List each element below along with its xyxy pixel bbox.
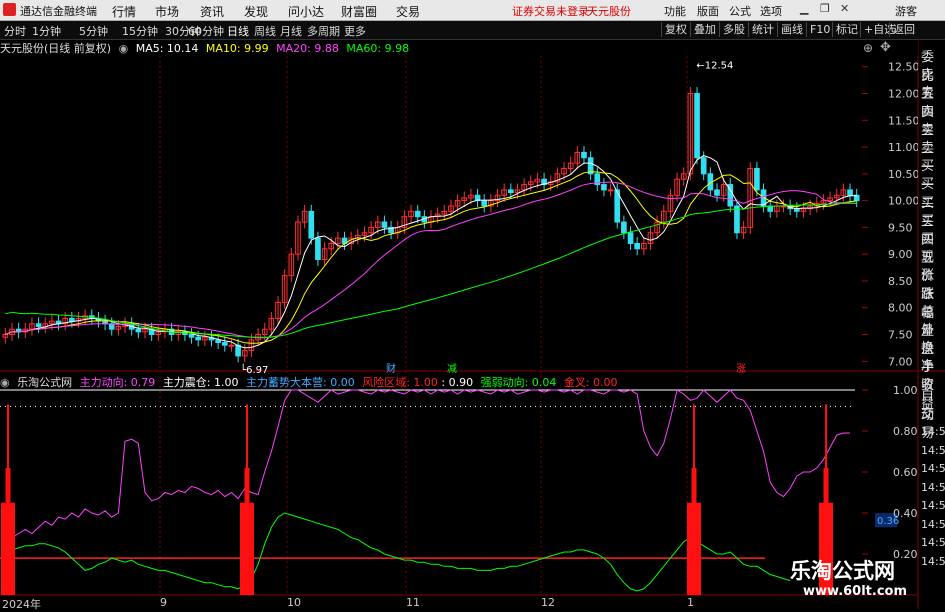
- chart-canvas[interactable]: 0.36 7.00 7.50 8.00 8.50 9.00 9.50 10.00 10.50 1…: [0, 0, 945, 609]
- risk-bar-step: [823, 467, 829, 503]
- price-tick-label: 12.50: [888, 61, 920, 74]
- candle-body: [694, 92, 700, 159]
- candle-body: [601, 184, 607, 191]
- candlestick-series: [2, 87, 860, 363]
- marker-zhang[interactable]: 涨: [736, 360, 746, 375]
- chart-grid: [0, 56, 945, 609]
- trade-time: 14:56: [921, 499, 945, 512]
- candle-body: [754, 167, 760, 191]
- price-tick-label: 8.00: [888, 302, 913, 315]
- candle-body: [714, 189, 720, 196]
- risk-bar-step: [691, 467, 697, 503]
- price-tick-label: 12.00: [888, 87, 920, 100]
- candle-body: [621, 221, 627, 234]
- risk-bar-step: [244, 467, 250, 503]
- time-label: 1: [687, 596, 694, 609]
- trade-time: 14:55: [921, 425, 945, 438]
- indicator-tick-label: 0.80: [893, 425, 918, 438]
- trade-time: 14:56: [921, 554, 945, 568]
- trade-time: 14:55: [921, 462, 945, 475]
- price-tick-label: 8.50: [888, 275, 913, 288]
- indicator-series: 0.36: [0, 389, 899, 595]
- price-tick-label: 7.50: [888, 329, 913, 342]
- candle-body: [135, 328, 142, 333]
- candle-body: [847, 189, 853, 196]
- time-label: 11: [406, 596, 420, 609]
- candle-body: [734, 205, 740, 234]
- candle-body: [308, 210, 315, 239]
- risk-bar: [687, 502, 701, 595]
- trade-time: 14:56: [921, 480, 945, 494]
- candle-body: [581, 151, 587, 159]
- candle-body: [69, 317, 75, 322]
- risk-bar-step: [5, 467, 11, 503]
- candle-body: [627, 232, 634, 244]
- time-label: 12: [541, 596, 555, 609]
- candle-body: [35, 323, 42, 327]
- price-high-annotation: ←12.54: [696, 61, 733, 72]
- price-low-annotation: └6.97: [240, 363, 268, 376]
- time-label: 2024年: [2, 598, 41, 611]
- candle-body: [381, 221, 388, 228]
- watermark-url: www.60lt.com: [803, 584, 908, 599]
- indicator-tick-label: 0.20: [893, 548, 918, 561]
- candle-body: [414, 210, 421, 218]
- candle-body: [188, 334, 195, 338]
- price-axis: 7.00 7.50 8.00 8.50 9.00 9.50 10.00 10.50 11.00 1…: [240, 61, 919, 561]
- candle-body: [195, 336, 202, 341]
- candle-body: [507, 189, 514, 194]
- price-tick-label: 10.00: [888, 195, 920, 208]
- right-quote-panel: 委比 卖五 卖四 卖三 卖二 卖一 买一 买二 买三 买四 买五 现价 涨跌 涨幅 总量 外盘 换手 净资 收益 自动…: [918, 40, 945, 609]
- candle-body: [215, 339, 221, 344]
- candle-body: [634, 242, 641, 250]
- watermark-title: 乐淘公式网: [790, 559, 895, 583]
- price-tick-label: 7.00: [888, 355, 913, 368]
- price-tick-label: 11.50: [888, 114, 920, 127]
- qiangruo-dongxiang-line: [5, 512, 791, 592]
- candle-body: [221, 342, 228, 346]
- indicator-tick-label: 0.60: [893, 466, 918, 479]
- price-tick-label: 11.00: [888, 141, 920, 154]
- candle-body: [481, 200, 488, 207]
- price-tick-label: 9.50: [888, 221, 913, 234]
- trade-time: 14:56: [921, 536, 945, 549]
- indicator-tick-label: 1.00: [893, 384, 918, 397]
- time-label: 10: [287, 596, 301, 609]
- price-tick-label: 10.50: [888, 168, 920, 181]
- candle-body: [607, 189, 614, 192]
- risk-bar: [240, 502, 254, 595]
- price-tick-label: 9.00: [888, 248, 913, 261]
- risk-bar: [1, 502, 15, 595]
- indicator-tick-label: 0.40: [893, 507, 918, 520]
- candle-body: [700, 157, 707, 175]
- candle-body: [315, 237, 321, 261]
- candle-body: [228, 344, 235, 347]
- zhuli-dongxiang-line: [5, 389, 850, 539]
- time-label: 9: [160, 596, 167, 609]
- marker-cai[interactable]: 财: [386, 360, 396, 375]
- trade-time: 14:55: [921, 443, 945, 457]
- marker-jian[interactable]: 减: [447, 360, 457, 375]
- trade-time: 14:56: [921, 517, 945, 531]
